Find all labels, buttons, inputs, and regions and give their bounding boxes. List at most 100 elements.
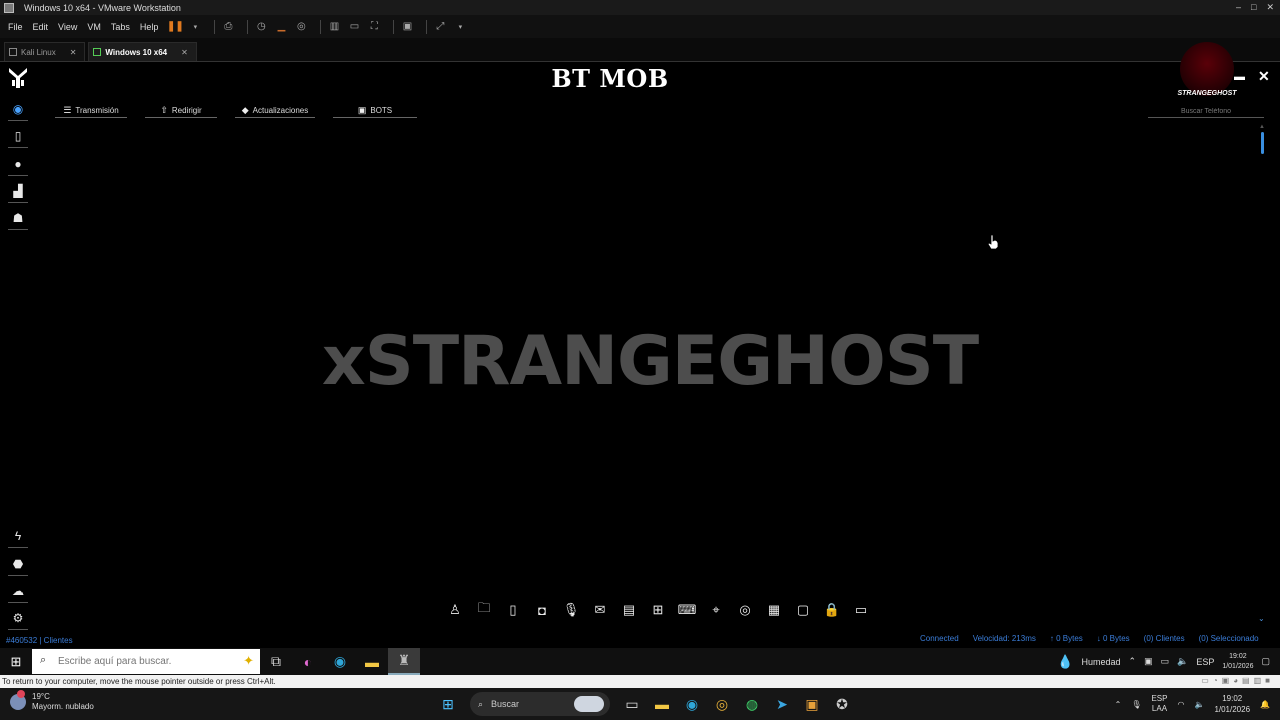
camera-icon[interactable]: ◘	[533, 601, 551, 619]
task-view-icon[interactable]: ⧉	[260, 648, 292, 675]
menu-tabs[interactable]: Tabs	[111, 22, 130, 32]
telegram-icon[interactable]: ➤	[770, 690, 794, 718]
wifi-icon[interactable]: ◠	[1177, 700, 1184, 709]
windows-start-icon[interactable]: ⊞	[436, 690, 460, 718]
menu-help[interactable]: Help	[140, 22, 159, 32]
sidebar-underline	[8, 175, 28, 176]
edge-icon[interactable]: ◉	[680, 690, 704, 718]
notification-icon[interactable]: ▢	[1261, 656, 1270, 667]
app-icon[interactable]: ✪	[830, 690, 854, 718]
chrome-icon[interactable]: ◎	[710, 690, 734, 718]
sidebar-item-android[interactable]: ⬣	[8, 556, 28, 576]
language-indicator[interactable]: ESP	[1196, 657, 1214, 667]
console-view-icon[interactable]: ▣	[400, 21, 414, 33]
dropdown-icon[interactable]: ▾	[188, 21, 202, 33]
scrollbar-thumb[interactable]	[1261, 132, 1264, 154]
task-view-icon[interactable]: ▭	[620, 690, 644, 718]
revert-snapshot-icon[interactable]: ▁	[274, 21, 288, 33]
client-count: #460532 | Clientes	[6, 636, 73, 645]
copilot-icon[interactable]: ◐	[292, 648, 324, 675]
sidebar-item-users[interactable]: ◉	[8, 101, 28, 121]
weather-widget[interactable]: 19°C Mayorm. nublado	[10, 690, 94, 712]
host-system-tray: ⌃ 🎙 ESP LAA ◠ 🔈 19:02 1/01/2026 🔔	[1115, 693, 1270, 715]
browser-icon[interactable]: ◎	[736, 601, 754, 619]
contacts-icon[interactable]: ▤	[620, 601, 638, 619]
volume-icon[interactable]: 🔈	[1194, 700, 1204, 709]
microphone-icon[interactable]: 🎙	[1131, 700, 1141, 709]
maximize-button[interactable]: □	[1251, 2, 1256, 13]
hand-cursor-icon	[987, 234, 999, 250]
whatsapp-icon[interactable]: ◍	[740, 690, 764, 718]
host-clock[interactable]: 19:02 1/01/2026	[1214, 693, 1250, 715]
sidebar-item-messages[interactable]: ●	[8, 156, 28, 176]
file-explorer-icon[interactable]: ▬	[650, 690, 674, 718]
menu-view[interactable]: View	[58, 22, 77, 32]
apps-grid-icon[interactable]: ⊞	[649, 601, 667, 619]
network-icon[interactable]: ▭	[1161, 656, 1170, 667]
connection-status: Connected	[920, 634, 959, 643]
stretch-guest-icon[interactable]: ⤢	[433, 21, 447, 33]
menu-edit[interactable]: Edit	[33, 22, 49, 32]
app-maximize-icon[interactable]: ▬	[1234, 71, 1245, 83]
menu-file[interactable]: File	[8, 22, 23, 32]
dropdown-icon[interactable]: ▾	[453, 21, 467, 33]
tab-redirigir[interactable]: ⇧ Redirigir	[145, 103, 217, 118]
tray-expand-icon[interactable]: ⌃	[1129, 656, 1137, 667]
host-language[interactable]: ESP LAA	[1151, 694, 1167, 714]
vmware-icon[interactable]: ▣	[800, 690, 824, 718]
tab-kali-linux[interactable]: Kali Linux ✕	[4, 42, 86, 61]
pause-icon[interactable]: ❚❚	[167, 21, 184, 33]
sidebar-item-devices[interactable]: ▯	[8, 128, 28, 148]
user-icon[interactable]: ♙	[446, 601, 464, 619]
table-icon[interactable]: ▦	[765, 601, 783, 619]
fullscreen-icon[interactable]: ⛶	[367, 21, 381, 33]
tab-actualizaciones[interactable]: ◆ Actualizaciones	[235, 103, 315, 118]
notification-bell-icon[interactable]: 🔔	[1260, 700, 1270, 709]
search-phone-input[interactable]	[1148, 106, 1264, 118]
sidebar-item-cloud[interactable]: ☁	[8, 583, 28, 603]
close-tab-icon[interactable]: ✕	[181, 48, 188, 57]
sidebar-item-builder[interactable]: ϟ	[8, 528, 28, 548]
tray-expand-icon[interactable]: ⌃	[1115, 700, 1122, 709]
sidebar-item-remove-user[interactable]: ☗	[8, 210, 28, 230]
microphone-icon[interactable]: 🎙	[562, 601, 580, 619]
tray-app-icon[interactable]: ▣	[1144, 656, 1153, 667]
thumbnail-view-icon[interactable]: ▭	[347, 21, 361, 33]
sidebar-item-stats[interactable]: ▟	[8, 183, 28, 203]
sidebar-item-settings[interactable]: ⚙	[8, 610, 28, 630]
library-view-icon[interactable]: ▥	[327, 21, 341, 33]
guest-search-box[interactable]: ⌕ ✦	[32, 649, 260, 674]
scroll-up-icon[interactable]: ▲	[1259, 124, 1265, 130]
message-icon[interactable]: ▭	[852, 601, 870, 619]
host-search-box[interactable]: ⌕ Buscar	[470, 692, 610, 716]
tab-transmision[interactable]: ☰ Transmisión	[55, 103, 127, 118]
scroll-down-icon[interactable]: ⌄	[1258, 614, 1265, 623]
phone-icon[interactable]: ▯	[504, 601, 522, 619]
file-explorer-icon[interactable]: ▬	[356, 648, 388, 675]
volume-icon[interactable]: 🔈	[1177, 656, 1188, 667]
dropbox-icon: ◆	[241, 104, 249, 115]
lock-icon[interactable]: 🔒	[823, 601, 841, 619]
minimize-button[interactable]: –	[1236, 2, 1241, 13]
close-window-button[interactable]: ✕	[1266, 2, 1274, 13]
snapshot-manager-icon[interactable]: ◎	[294, 21, 308, 33]
keyboard-icon[interactable]: ⌨	[678, 601, 697, 619]
tab-bots[interactable]: ▣ BOTS	[333, 103, 417, 118]
clipboard-icon[interactable]: ▢	[794, 601, 812, 619]
guest-search-input[interactable]	[58, 649, 228, 674]
toolbar-divider	[247, 19, 249, 34]
menu-vm[interactable]: VM	[87, 22, 101, 32]
windows-start-icon[interactable]: ⊞	[0, 648, 32, 675]
location-icon[interactable]: ⌖	[707, 601, 725, 619]
tab-windows-10[interactable]: Windows 10 x64 ✕	[88, 42, 197, 61]
close-tab-icon[interactable]: ✕	[70, 48, 77, 57]
folder-icon[interactable]: 🗀	[475, 600, 493, 619]
snapshot-icon[interactable]: ◷	[254, 21, 268, 33]
edge-icon[interactable]: ◉	[324, 648, 356, 675]
send-keys-icon[interactable]: ⎙	[221, 21, 235, 33]
btmob-app-icon[interactable]: ♜	[388, 648, 420, 675]
mail-icon[interactable]: ✉	[591, 601, 609, 619]
device-status-icons[interactable]: ▭◔▣◕▤▥■	[1201, 676, 1274, 685]
guest-clock[interactable]: 19:02 1/01/2026	[1222, 652, 1253, 672]
app-close-icon[interactable]: ✕	[1258, 68, 1270, 85]
